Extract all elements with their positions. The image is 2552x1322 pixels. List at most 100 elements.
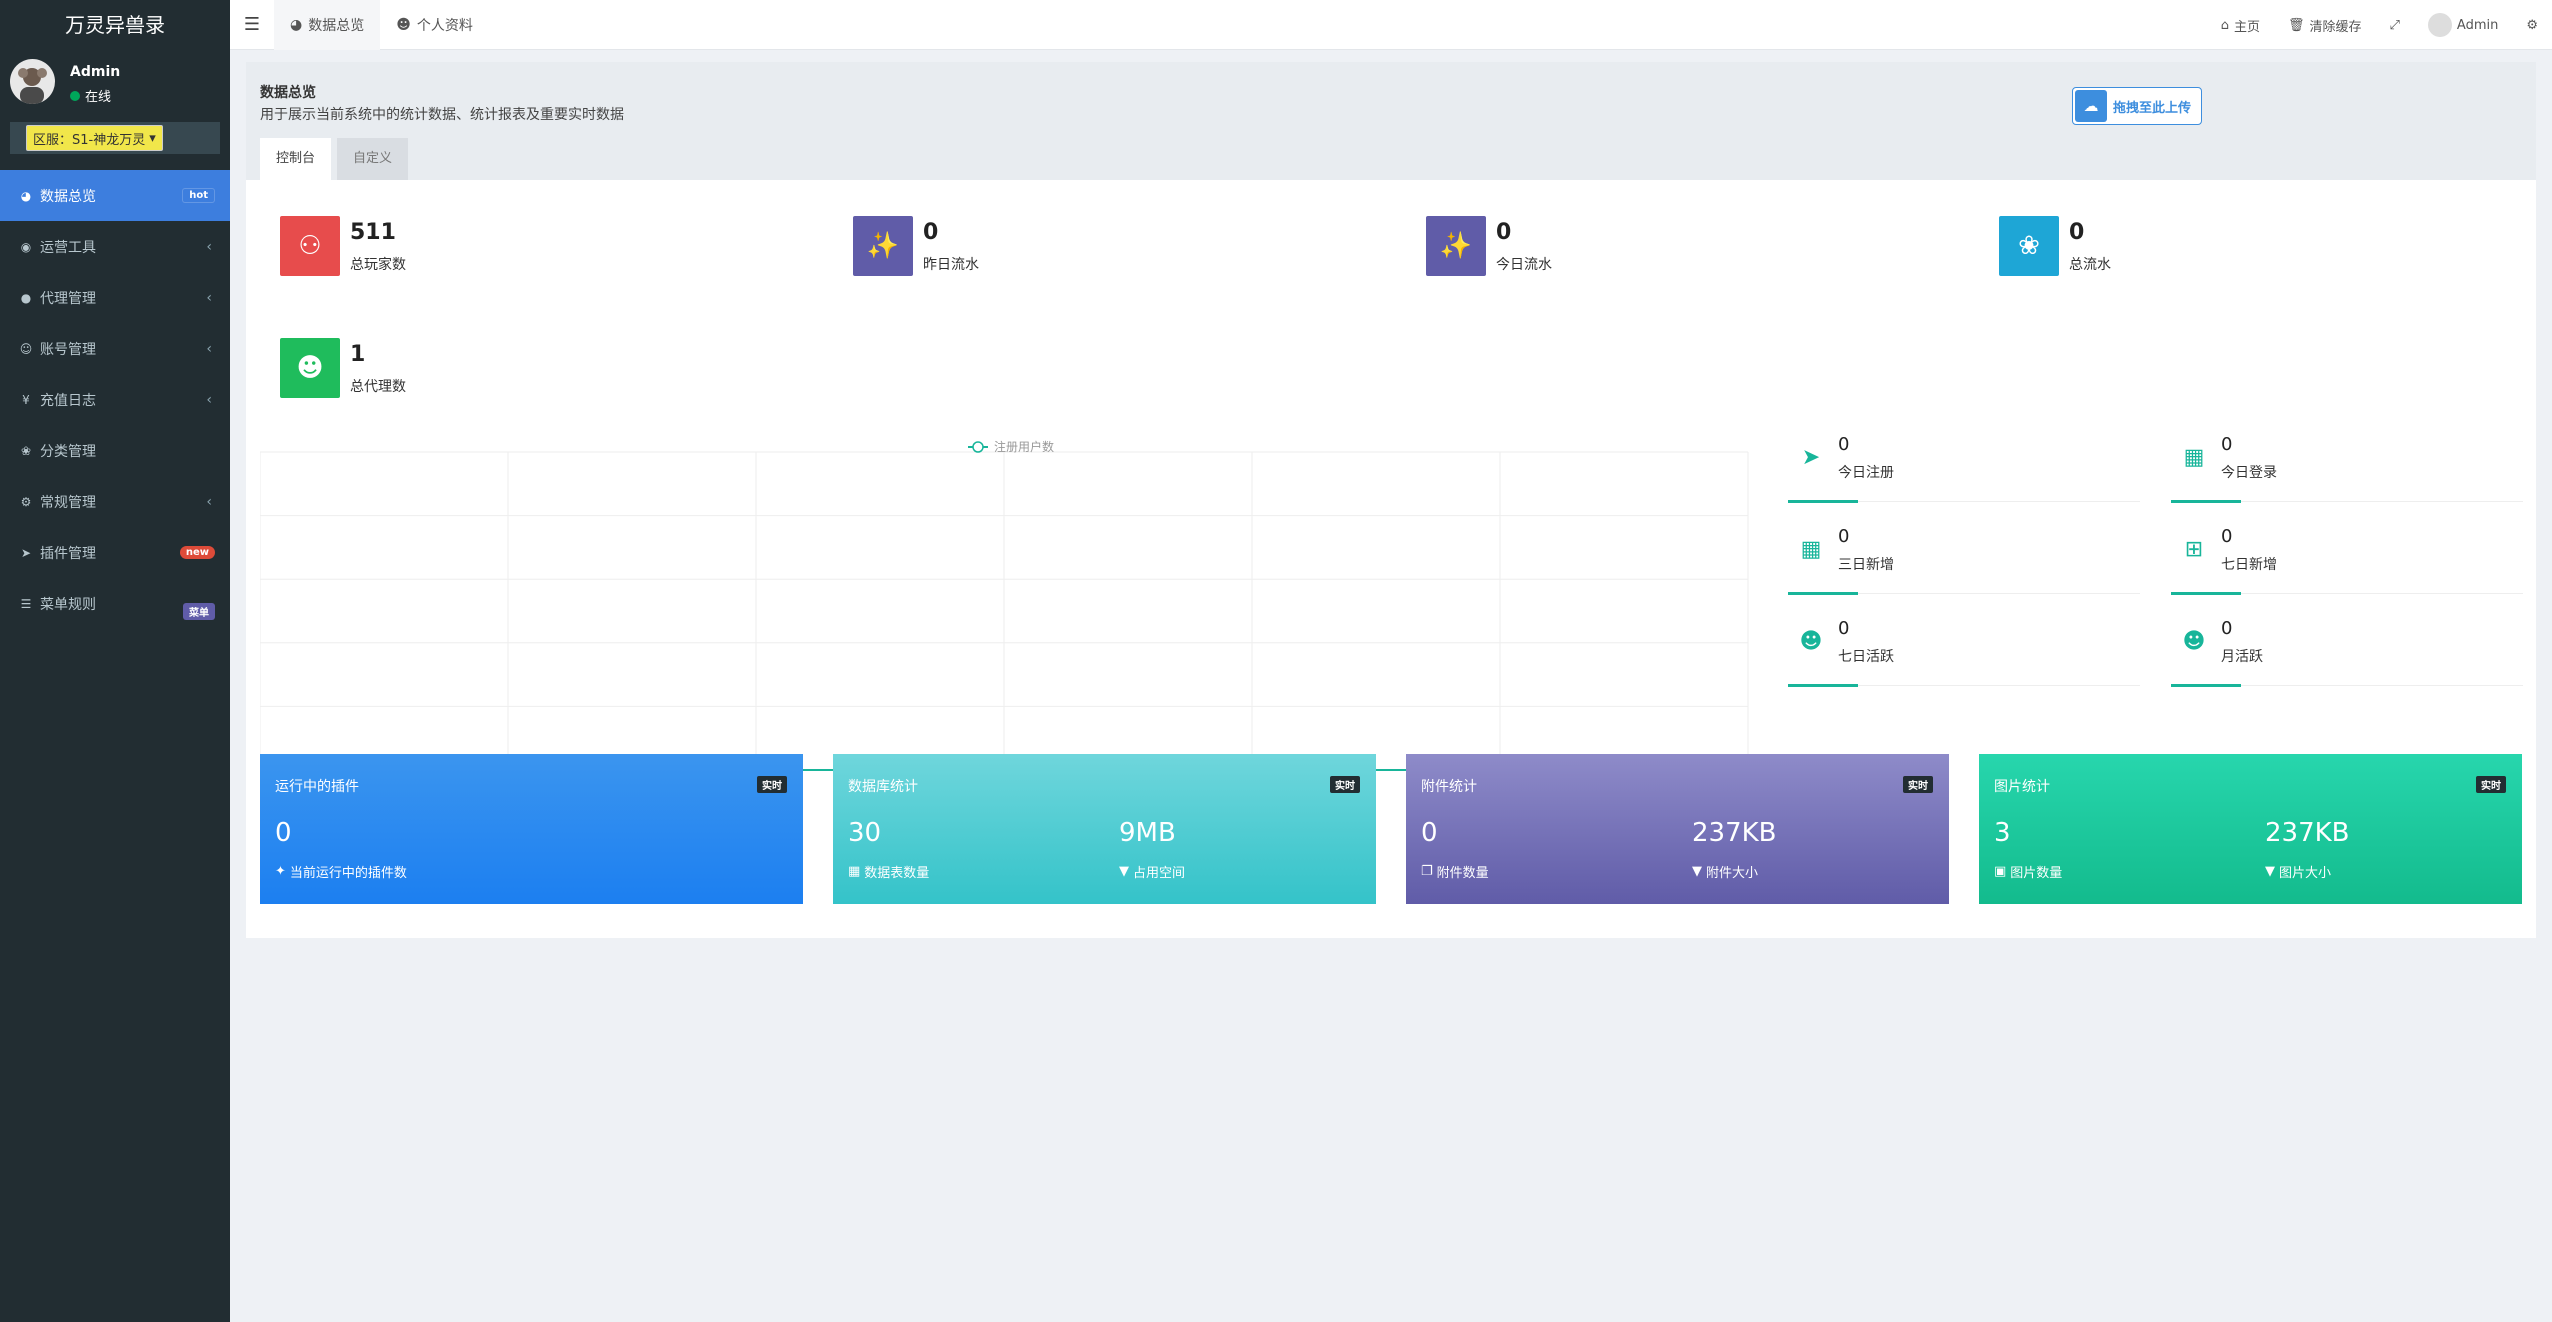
tab-custom[interactable]: 自定义: [337, 138, 409, 180]
server-select-wrap: 区服：S1-神龙万灵 ▾: [10, 122, 220, 154]
dashboard-icon: ◕: [20, 188, 32, 203]
card-sub: ▼ 图片大小: [2265, 862, 2331, 881]
main-content: 数据总览 用于展示当前系统中的统计数据、统计报表及重要实时数据 ☁ 拖拽至此上传…: [246, 62, 2536, 938]
leaf-icon: ❀: [20, 443, 32, 458]
hamburger-icon[interactable]: ☰: [230, 14, 274, 35]
card-value: 30: [848, 818, 882, 848]
mini-value: 0: [2221, 618, 2233, 639]
sidebar-item-accounts[interactable]: ☺ 账号管理 ‹: [0, 323, 230, 374]
tab-profile[interactable]: ☻ 个人资料: [380, 0, 489, 50]
sidebar-item-label: 菜单规则: [40, 596, 96, 613]
avatar: [2427, 13, 2452, 37]
page-description: 用于展示当前系统中的统计数据、统计报表及重要实时数据: [260, 107, 624, 123]
sidebar-item-label: 数据总览: [40, 188, 96, 205]
gamepad-icon: ◉: [20, 239, 32, 254]
tab-label: 数据总览: [308, 17, 365, 34]
user-menu[interactable]: Admin: [2414, 0, 2512, 50]
stat-label: 总代理数: [350, 379, 406, 395]
tab-dashboard[interactable]: ◕ 数据总览: [274, 0, 381, 50]
sidebar-item-dashboard[interactable]: ◕ 数据总览 hot: [0, 170, 230, 221]
stat-value: 1: [350, 342, 366, 367]
expand-icon: ⤢: [2389, 17, 2400, 33]
legend-marker: [972, 441, 984, 453]
user-circle-icon: ☻: [1799, 628, 1823, 654]
magic-wand-icon: ✦: [275, 864, 286, 879]
sidebar-item-general[interactable]: ⚙ 常规管理 ‹: [0, 476, 230, 527]
card-attachment-stats: 附件统计 实时 0 ❐ 附件数量 237KB ▼ 附件大小: [1406, 754, 1949, 904]
menu-badge: 菜单: [183, 603, 215, 620]
card-title: 附件统计: [1421, 779, 1477, 795]
server-select[interactable]: 区服：S1-神龙万灵 ▾: [26, 125, 163, 151]
bars-icon: ☰: [20, 596, 32, 611]
content-header: 数据总览 用于展示当前系统中的统计数据、统计报表及重要实时数据 ☁ 拖拽至此上传…: [246, 62, 2536, 180]
stat-label: 昨日流水: [923, 257, 979, 273]
drag-upload-button[interactable]: ☁ 拖拽至此上传: [2072, 87, 2202, 125]
sidebar-item-label: 插件管理: [40, 545, 96, 562]
upload-label: 拖拽至此上传: [2113, 100, 2192, 116]
stat-value: 0: [1496, 220, 1512, 245]
user-menu-label: Admin: [2456, 17, 2499, 33]
hot-badge: hot: [182, 188, 215, 203]
sidebar-item-ops-tools[interactable]: ◉ 运营工具 ‹: [0, 221, 230, 272]
sidebar-item-label: 代理管理: [40, 290, 96, 307]
stat-yesterday-revenue: ✨ 0 昨日流水: [853, 216, 1353, 278]
card-sub: ▼ 占用空间: [1119, 862, 1185, 881]
mini-underline: [2171, 500, 2241, 503]
card-sub-label: 占用空间: [1133, 866, 1186, 881]
stat-total-players: ⚇ 511 总玩家数: [280, 216, 780, 278]
fullscreen-button[interactable]: ⤢: [2376, 0, 2414, 50]
settings-button[interactable]: ⚙: [2512, 0, 2552, 50]
trash-icon: 🗑: [2287, 17, 2305, 33]
files-icon: ❐: [1421, 864, 1433, 879]
stat-value: 0: [2069, 220, 2085, 245]
mini-underline: [1788, 684, 1858, 687]
user-icon: ☻: [396, 16, 411, 33]
online-dot-icon: [70, 90, 80, 101]
chevron-left-icon: ‹: [206, 493, 212, 510]
yen-icon: ¥: [22, 392, 30, 407]
page-title: 数据总览: [260, 85, 316, 101]
mini-value: 0: [1838, 526, 1850, 547]
sidebar-item-label: 分类管理: [40, 443, 96, 460]
sidebar-menu: ◕ 数据总览 hot ◉ 运营工具 ‹ ● 代理管理 ‹ ☺ 账号管理 ‹ ¥ …: [0, 170, 230, 629]
clear-cache-button[interactable]: 🗑 清除缓存: [2274, 0, 2376, 50]
card-running-plugins: 运行中的插件 实时 0 ✦ 当前运行中的插件数: [260, 754, 803, 904]
stat-label: 总流水: [2069, 257, 2111, 273]
app-title[interactable]: 万灵异兽录: [0, 0, 230, 50]
new-badge: new: [179, 546, 215, 559]
card-sub-label: 附件数量: [1436, 866, 1489, 881]
realtime-badge: 实时: [757, 776, 787, 793]
home-link[interactable]: ⌂ 主页: [2207, 0, 2274, 50]
table-icon: ▦: [848, 864, 861, 879]
stat-label: 今日流水: [1496, 257, 1552, 273]
stat-label: 总玩家数: [350, 257, 406, 273]
avatar: [10, 59, 55, 104]
users-icon: ⚇: [280, 216, 340, 276]
calendar-plus-icon: ⊞: [2184, 536, 2204, 562]
sidebar-item-label: 运营工具: [40, 239, 96, 256]
server-select-value: 区服：S1-神龙万灵: [33, 132, 146, 148]
sidebar-item-categories[interactable]: ❀ 分类管理: [0, 425, 230, 476]
sidebar-item-label: 充值日志: [40, 392, 96, 409]
user-circle-icon: ☺: [19, 341, 33, 356]
mini-monthly-active: ☻ 0 月活跃: [2171, 618, 2523, 687]
tab-console[interactable]: 控制台: [260, 138, 332, 180]
mini-value: 0: [1838, 434, 1850, 455]
sidebar-item-plugins[interactable]: ➤ 插件管理 new: [0, 527, 230, 578]
sidebar-item-agents[interactable]: ● 代理管理 ‹: [0, 272, 230, 323]
card-value: 3: [1994, 818, 2011, 848]
card-title: 数据库统计: [848, 779, 918, 795]
tab-label: 个人资料: [416, 17, 473, 34]
card-title: 运行中的插件: [275, 779, 359, 795]
card-sub-label: 数据表数量: [864, 866, 930, 881]
card-value: 0: [275, 818, 292, 848]
sidebar-item-menu-rules[interactable]: ☰ 菜单规则 菜单: [0, 578, 230, 629]
realtime-badge: 实时: [1903, 776, 1933, 793]
card-sub-label: 当前运行中的插件数: [289, 866, 407, 881]
card-sub: ✦ 当前运行中的插件数: [275, 862, 407, 881]
user-icon: ☻: [280, 338, 340, 398]
sidebar-item-recharge-log[interactable]: ¥ 充值日志 ‹: [0, 374, 230, 425]
users-icon: ●: [20, 290, 32, 305]
filter-icon: ▼: [2265, 864, 2275, 879]
stat-total-revenue: ❀ 0 总流水: [1999, 216, 2499, 278]
